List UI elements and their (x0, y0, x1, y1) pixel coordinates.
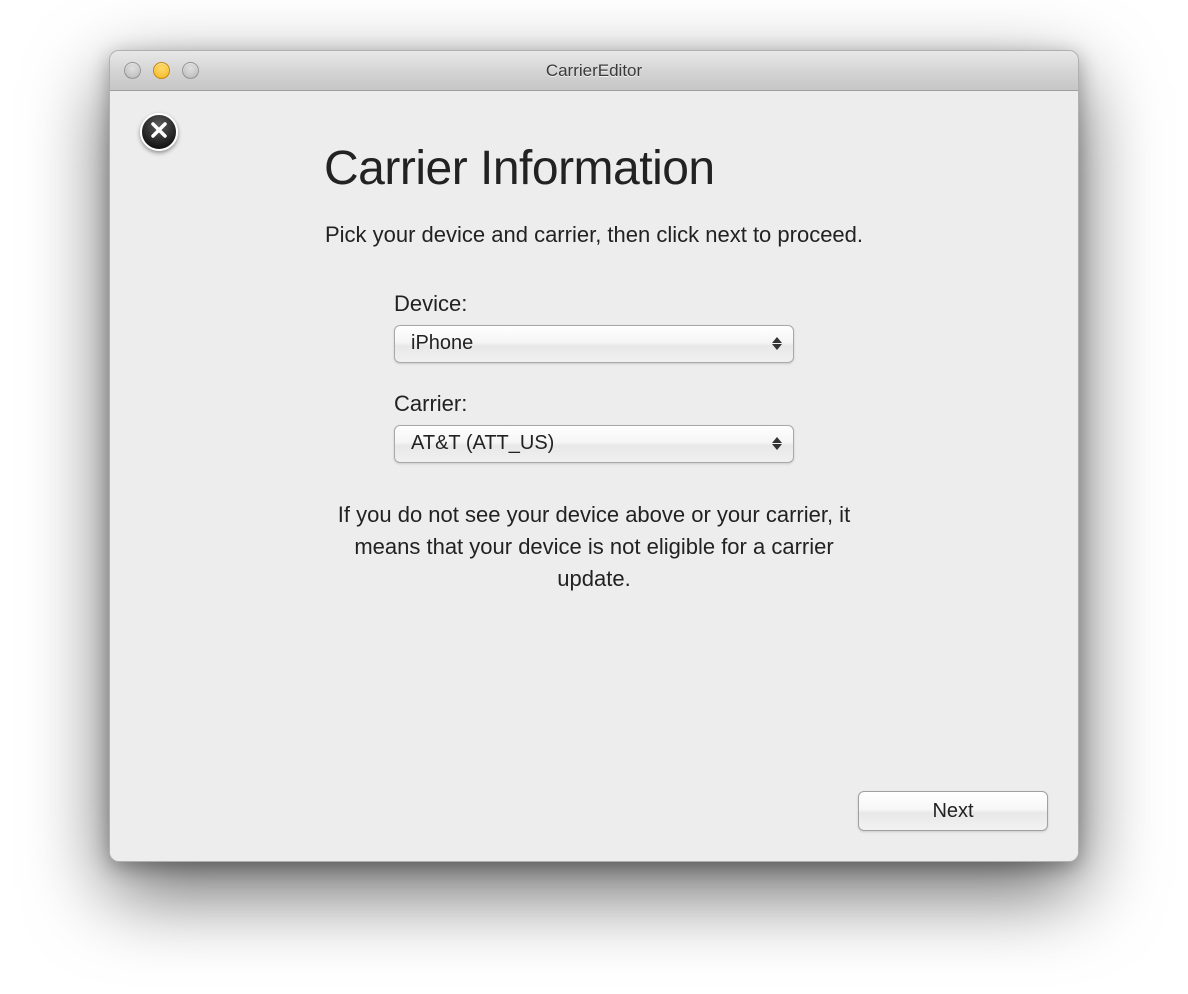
form: Device: iPhone Carrier: AT&T (ATT_US) (394, 291, 794, 463)
chevron-up-down-icon (771, 337, 783, 350)
page-subtitle: Pick your device and carrier, then click… (324, 220, 864, 251)
app-window: CarrierEditor Carrier Information Pick y… (109, 50, 1079, 862)
traffic-lights (110, 62, 199, 79)
window-content: Carrier Information Pick your device and… (110, 91, 1078, 861)
device-select[interactable]: iPhone (394, 325, 794, 363)
window-minimize-button[interactable] (153, 62, 170, 79)
footer: Next (858, 791, 1048, 831)
chevron-up-down-icon (771, 437, 783, 450)
carrier-select-value: AT&T (ATT_US) (411, 432, 554, 455)
window-zoom-button[interactable] (182, 62, 199, 79)
carrier-label: Carrier: (394, 391, 794, 417)
device-select-value: iPhone (411, 332, 473, 355)
eligibility-note: If you do not see your device above or y… (324, 499, 864, 595)
window-close-button[interactable] (124, 62, 141, 79)
main-panel: Carrier Information Pick your device and… (324, 141, 864, 594)
carrier-select[interactable]: AT&T (ATT_US) (394, 425, 794, 463)
close-badge-button[interactable] (140, 113, 178, 151)
carrier-field: Carrier: AT&T (ATT_US) (394, 391, 794, 463)
close-x-icon (149, 120, 169, 145)
page-title: Carrier Information (324, 141, 864, 196)
next-button[interactable]: Next (858, 791, 1048, 831)
device-field: Device: iPhone (394, 291, 794, 363)
device-label: Device: (394, 291, 794, 317)
window-title: CarrierEditor (110, 61, 1078, 81)
titlebar: CarrierEditor (110, 51, 1078, 91)
